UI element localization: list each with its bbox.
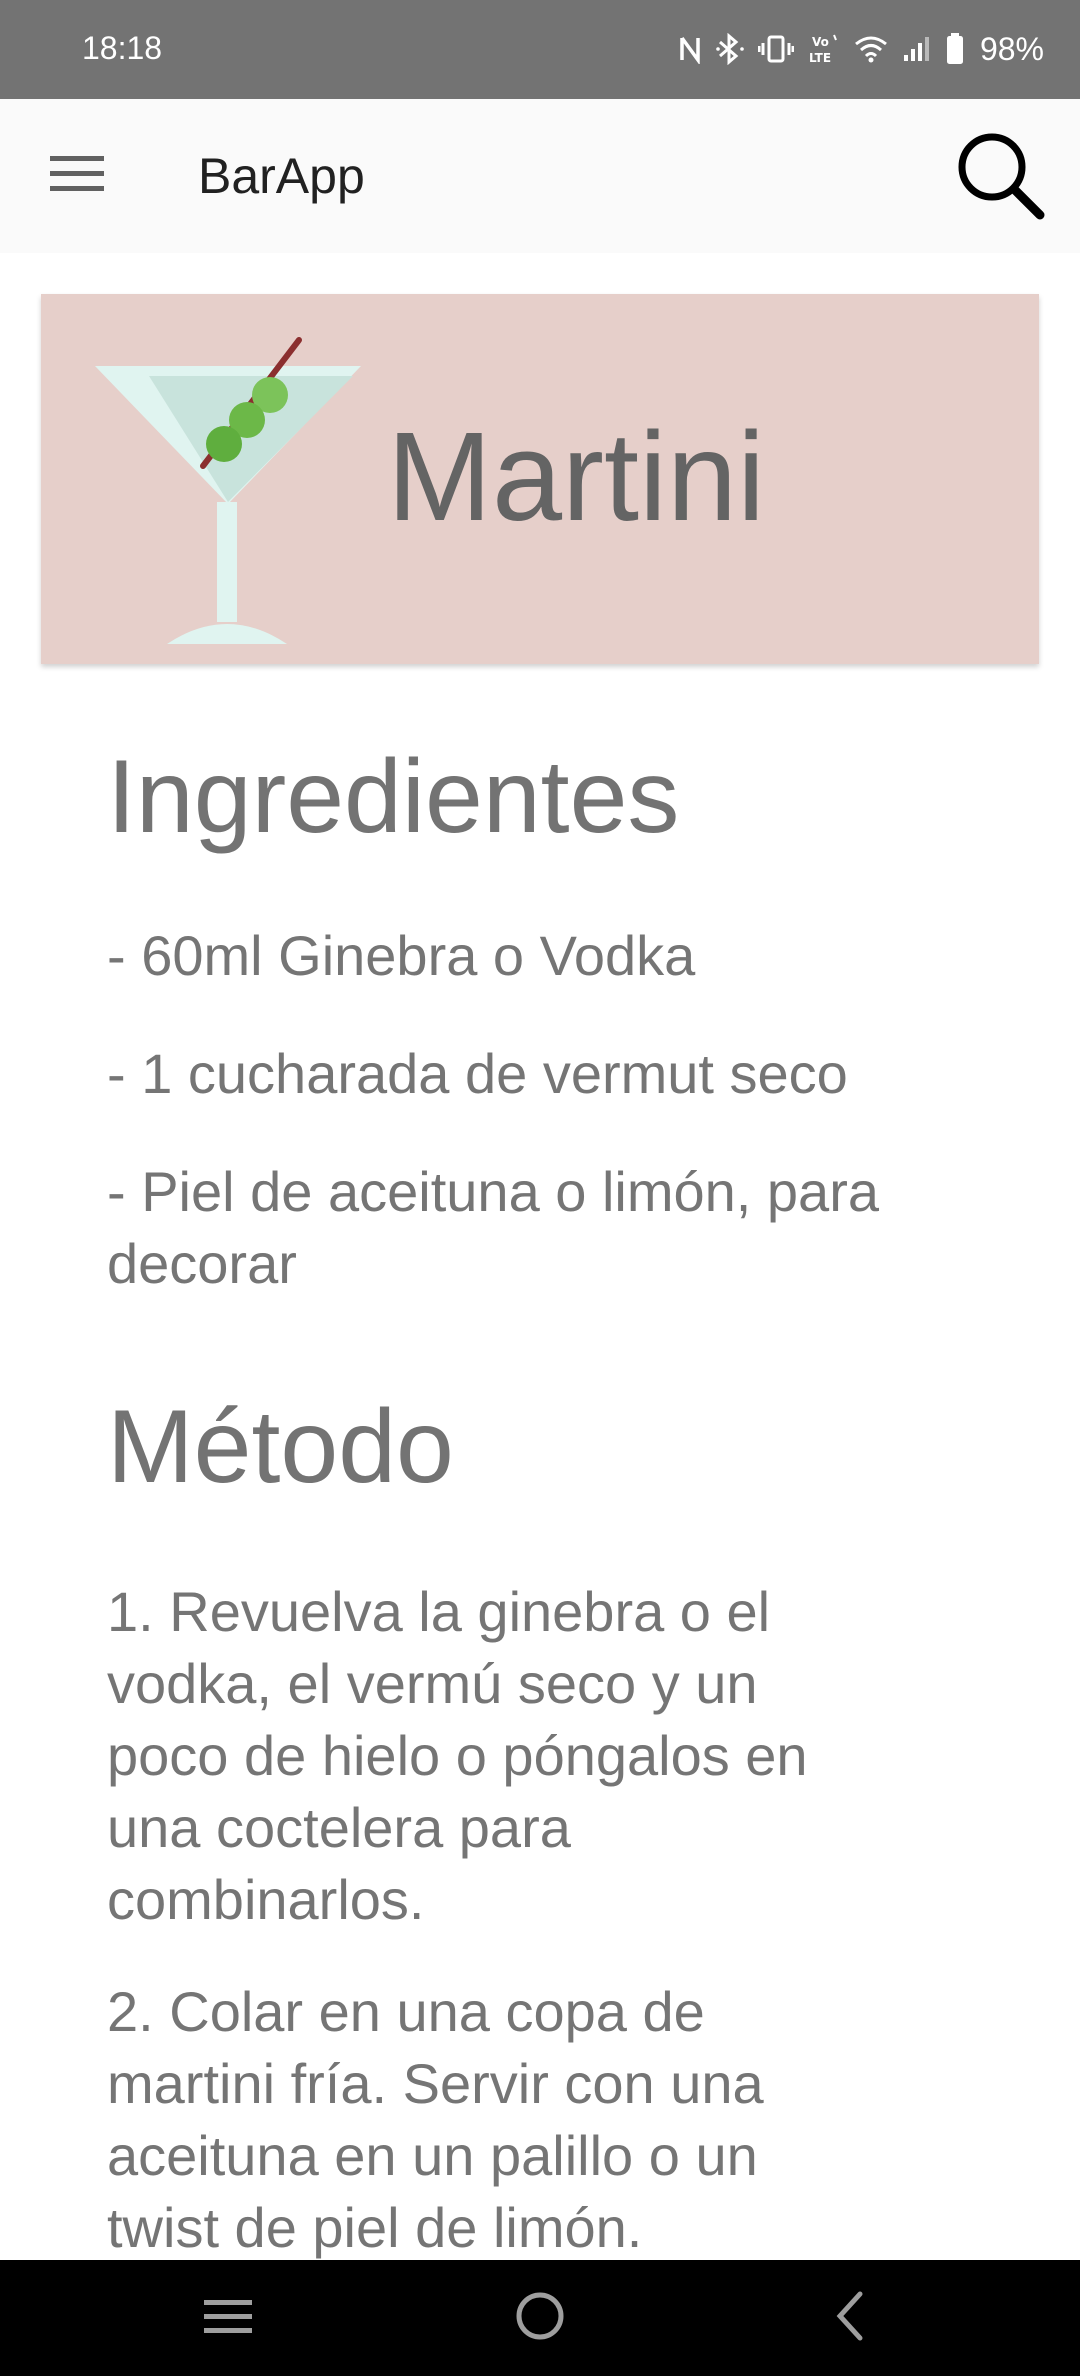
back-icon bbox=[830, 2290, 870, 2347]
signal-icon bbox=[902, 35, 932, 63]
method-list: 1. Revuelva la ginebra o el vodka, el ve… bbox=[107, 1576, 867, 2304]
recent-apps-button[interactable] bbox=[178, 2280, 278, 2356]
menu-button[interactable] bbox=[40, 145, 114, 207]
status-time: 18:18 bbox=[82, 30, 163, 66]
home-button[interactable] bbox=[490, 2280, 590, 2356]
status-bar: 18:18 Vo LTE 98% bbox=[0, 0, 1080, 99]
ingredient-list: - 60ml Ginebra o Vodka - 1 cucharada de … bbox=[107, 920, 977, 1346]
method-step: 1. Revuelva la ginebra o el vodka, el ve… bbox=[107, 1580, 808, 1931]
martini-glass-icon bbox=[91, 308, 381, 644]
battery-icon bbox=[946, 33, 964, 65]
method-step: 2. Colar en una copa de martini fría. Se… bbox=[107, 1980, 764, 2259]
ingredient-item: - Piel de aceituna o limón, para decorar bbox=[107, 1160, 879, 1295]
battery-percentage: 98% bbox=[979, 30, 1044, 67]
home-icon bbox=[514, 2290, 566, 2347]
svg-text:Vo: Vo bbox=[812, 35, 829, 49]
back-button[interactable] bbox=[800, 2280, 900, 2356]
drink-header-card: Martini bbox=[41, 294, 1039, 664]
nfc-icon bbox=[678, 34, 702, 64]
status-icons: Vo LTE 98% bbox=[678, 26, 1044, 72]
ingredients-title: Ingredientes bbox=[107, 739, 680, 855]
bluetooth-icon bbox=[716, 33, 744, 65]
menu-icon bbox=[50, 154, 104, 199]
system-nav-bar bbox=[0, 2260, 1080, 2376]
search-button[interactable] bbox=[948, 125, 1052, 229]
recent-apps-icon bbox=[202, 2296, 254, 2341]
ingredient-item: - 60ml Ginebra o Vodka bbox=[107, 924, 696, 987]
vibrate-icon bbox=[757, 34, 794, 64]
wifi-icon bbox=[854, 35, 888, 63]
app-bar: BarApp bbox=[0, 99, 1080, 253]
ingredient-item: - 1 cucharada de vermut seco bbox=[107, 1042, 848, 1105]
volte-icon: Vo LTE bbox=[808, 33, 840, 65]
svg-text:LTE: LTE bbox=[809, 51, 831, 65]
search-icon bbox=[954, 129, 1046, 226]
drink-name: Martini bbox=[387, 406, 766, 547]
app-title: BarApp bbox=[198, 148, 365, 204]
method-title: Método bbox=[107, 1389, 454, 1505]
